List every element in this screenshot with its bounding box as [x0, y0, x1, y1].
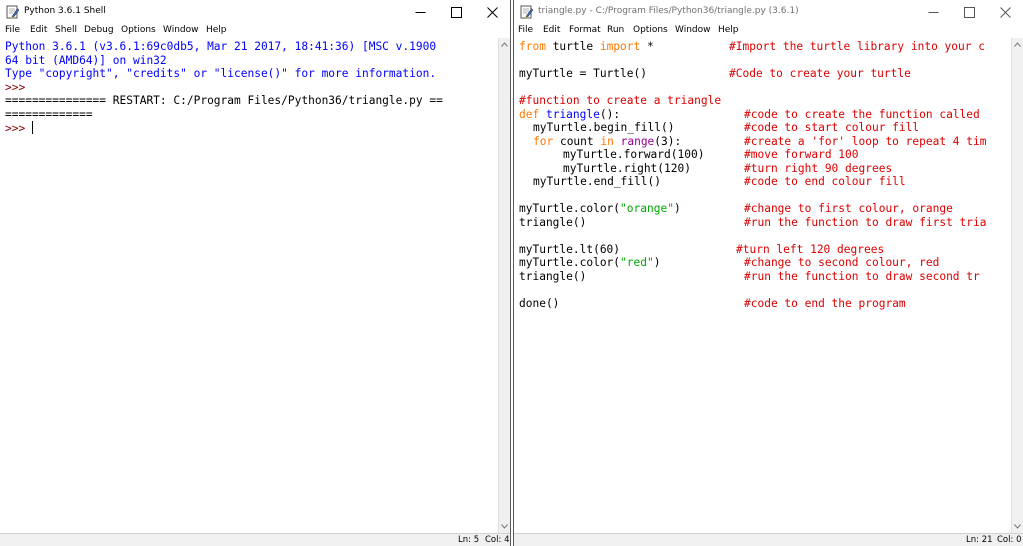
scroll-up-icon: [501, 42, 508, 47]
editor-menubar: File Edit Format Run Options Window Help: [514, 24, 1023, 38]
editor-menu-edit[interactable]: Edit: [543, 25, 560, 35]
shell-restart-line: =============== RESTART: C:/Program File…: [5, 94, 443, 107]
shell-text-area[interactable]: Python 3.6.1 (v3.6.1:69c0db5, Mar 21 201…: [1, 38, 498, 533]
code-comment: #create a 'for' loop to repeat 4 tim: [744, 134, 987, 148]
shell-menu-shell[interactable]: Shell: [55, 25, 77, 35]
close-icon: [999, 6, 1011, 18]
editor-menu-options[interactable]: Options: [633, 25, 668, 35]
shell-status-bar: Ln: 5 Col: 4: [0, 533, 510, 546]
shell-close-button[interactable]: [474, 0, 510, 24]
code-line: done(): [519, 296, 560, 310]
shell-scroll-up-button[interactable]: [499, 39, 510, 50]
shell-scroll-down-button[interactable]: [499, 521, 510, 532]
close-icon: [486, 6, 498, 18]
scroll-down-icon: [1014, 524, 1021, 529]
editor-menu-help[interactable]: Help: [718, 25, 739, 35]
code-line: for count in range(3):: [533, 134, 682, 148]
shell-menu-help[interactable]: Help: [206, 25, 227, 35]
shell-menubar: File Edit Shell Debug Options Window Hel…: [0, 24, 510, 38]
code-comment: #Import the turtle library into your c: [729, 40, 985, 53]
shell-status-column: Col: 4: [485, 535, 510, 545]
editor-menu-window[interactable]: Window: [675, 25, 711, 35]
code-line: myTurtle.begin_fill(): [533, 121, 675, 134]
shell-restart-line: =============: [5, 107, 93, 121]
scroll-down-icon: [501, 524, 508, 529]
code-comment: #run the function to draw first tria: [744, 215, 987, 229]
code-comment: #code to end colour fill: [744, 175, 906, 188]
code-comment: #turn right 90 degrees: [744, 161, 893, 175]
editor-status-line: Ln: 21: [966, 535, 993, 545]
code-comment: #function to create a triangle: [519, 94, 722, 107]
editor-scroll-down-button[interactable]: [1012, 521, 1023, 532]
shell-maximize-button[interactable]: [438, 0, 474, 24]
minimize-icon: [415, 11, 425, 13]
editor-scroll-up-button[interactable]: [1012, 39, 1023, 50]
shell-menu-options[interactable]: Options: [121, 25, 156, 35]
shell-menu-window[interactable]: Window: [163, 25, 199, 35]
editor-titlebar[interactable]: triangle.py - C:/Program Files/Python36/…: [514, 0, 1023, 24]
code-line: from turtle import *: [519, 40, 654, 53]
editor-vertical-scrollbar[interactable]: [1011, 38, 1023, 533]
code-line: myTurtle.end_fill(): [533, 175, 661, 188]
code-comment: #code to end the program: [744, 296, 906, 310]
shell-menu-file[interactable]: File: [5, 25, 20, 35]
scroll-up-icon: [1014, 42, 1021, 47]
code-line: myTurtle.forward(100): [563, 148, 705, 161]
shell-active-prompt-line[interactable]: >>>: [5, 121, 33, 135]
editor-menu-format[interactable]: Format: [569, 25, 601, 35]
shell-output-line: Type "copyright", "credits" or "license(…: [5, 67, 437, 80]
editor-maximize-button[interactable]: [951, 0, 987, 24]
text-cursor: [31, 121, 33, 134]
code-comment: #change to first colour, orange: [744, 202, 953, 215]
shell-menu-debug[interactable]: Debug: [84, 25, 114, 35]
shell-output-line: Python 3.6.1 (v3.6.1:69c0db5, Mar 21 201…: [5, 40, 437, 53]
code-comment: #turn left 120 degrees: [736, 242, 885, 256]
shell-menu-edit[interactable]: Edit: [30, 25, 47, 35]
shell-output-line: 64 bit (AMD64)] on win32: [5, 53, 167, 67]
code-comment: #code to create the function called: [744, 107, 980, 121]
editor-window: triangle.py - C:/Program Files/Python36/…: [513, 0, 1023, 546]
shell-title: Python 3.6.1 Shell: [24, 6, 106, 16]
shell-vertical-scrollbar[interactable]: [498, 38, 510, 533]
shell-prompt: >>>: [5, 122, 32, 135]
python-idle-icon: [6, 5, 20, 19]
editor-title: triangle.py - C:/Program Files/Python36/…: [538, 6, 799, 16]
shell-minimize-button[interactable]: [402, 0, 438, 24]
python-idle-icon: [520, 5, 534, 19]
editor-status-bar: Ln: 21 Col: 0: [514, 533, 1023, 546]
code-line: triangle(): [519, 215, 587, 229]
code-line: myTurtle.lt(60): [519, 242, 621, 256]
code-line: triangle(): [519, 269, 587, 283]
editor-menu-file[interactable]: File: [518, 25, 533, 35]
code-line: myTurtle.color("red"): [519, 256, 661, 269]
shell-status-line: Ln: 5: [458, 535, 480, 545]
code-line: def triangle():: [519, 107, 621, 121]
code-line: myTurtle.color("orange"): [519, 202, 681, 215]
maximize-icon: [450, 6, 462, 18]
shell-titlebar[interactable]: Python 3.6.1 Shell: [0, 0, 510, 24]
code-comment: #run the function to draw second tr: [744, 269, 980, 283]
shell-window: Python 3.6.1 Shell File Edit Shell Debug…: [0, 0, 511, 546]
editor-status-column: Col: 0: [997, 535, 1022, 545]
code-comment: #code to start colour fill: [744, 121, 920, 134]
maximize-icon: [963, 6, 975, 18]
editor-text-area[interactable]: from turtle import * #Import the turtle …: [515, 38, 1011, 533]
code-comment: #move forward 100: [744, 148, 859, 161]
shell-prompt: >>>: [5, 80, 32, 94]
editor-menu-run[interactable]: Run: [607, 25, 624, 35]
editor-minimize-button[interactable]: [915, 0, 951, 24]
editor-close-button[interactable]: [987, 0, 1023, 24]
code-line: myTurtle = Turtle(): [519, 67, 647, 80]
code-comment: #change to second colour, red: [744, 256, 940, 269]
minimize-icon: [928, 11, 938, 13]
code-line: myTurtle.right(120): [563, 161, 691, 175]
code-comment: #Code to create your turtle: [729, 67, 911, 80]
